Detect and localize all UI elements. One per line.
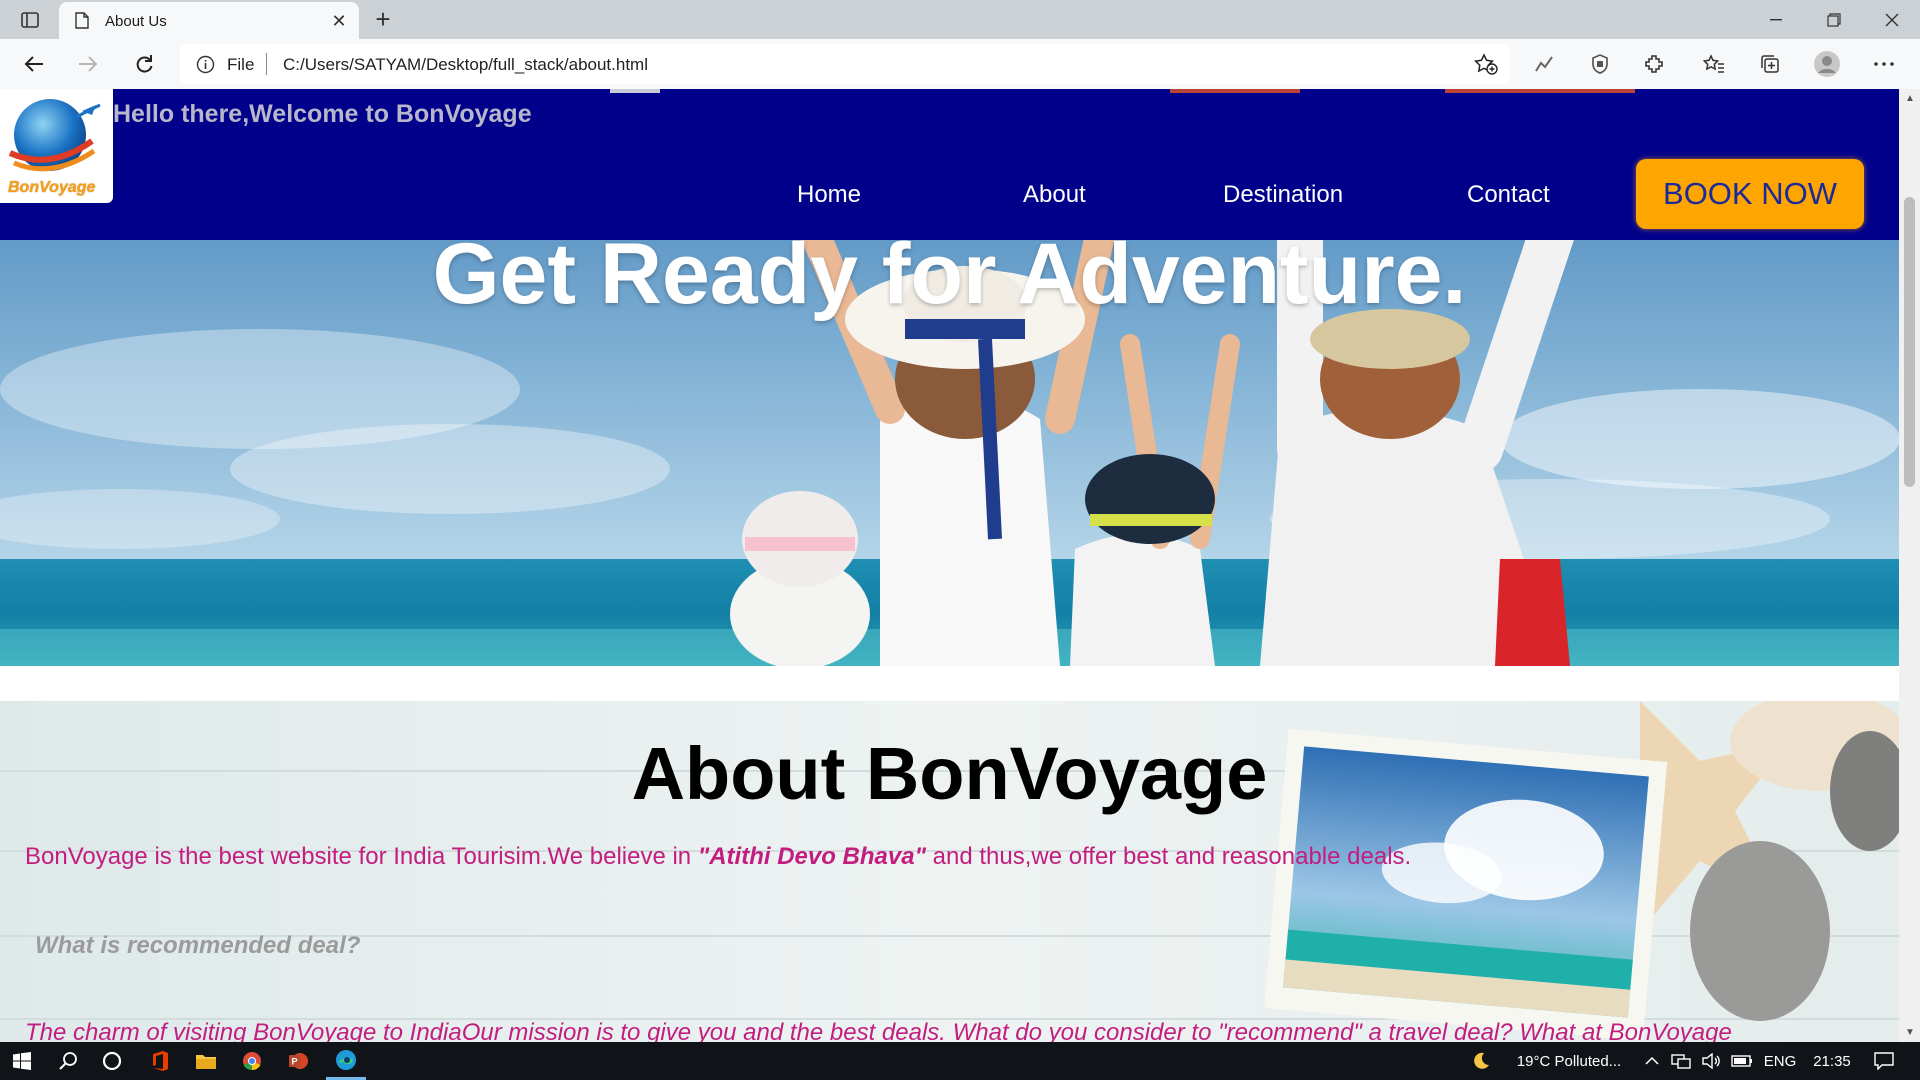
browser-toolbar: File C:/Users/SATYAM/Desktop/full_stack/… [0, 39, 1920, 89]
scroll-thumb[interactable] [1904, 197, 1915, 487]
about-cutoff-text: The charm of visiting BonVoyage to India… [25, 1019, 1732, 1042]
scroll-down-icon[interactable]: ▼ [1905, 1027, 1915, 1038]
nav-contact[interactable]: Contact [1467, 181, 1550, 209]
notifications-icon[interactable] [1864, 1042, 1904, 1080]
edge-browser-icon[interactable] [326, 1042, 366, 1080]
header-image-edge [610, 89, 660, 93]
powerpoint-icon[interactable]: P [280, 1042, 316, 1080]
header-image-edge [1170, 89, 1300, 93]
windows-start-icon[interactable] [4, 1042, 40, 1080]
new-tab-button[interactable]: + [368, 5, 398, 35]
browser-tab-bar: About Us ✕ + [0, 0, 1920, 39]
volume-icon[interactable] [1698, 1042, 1724, 1080]
svg-text:P: P [292, 1057, 298, 1067]
forward-icon[interactable] [72, 49, 104, 79]
file-explorer-icon[interactable] [188, 1042, 224, 1080]
search-icon[interactable] [50, 1042, 86, 1080]
language-text: ENG [1763, 1052, 1797, 1070]
read-aloud-icon[interactable] [1531, 51, 1557, 77]
more-menu-icon[interactable] [1871, 51, 1897, 77]
about-text-motto: "Atithi Devo Bhava" [697, 843, 926, 870]
windows-taskbar: P 19°C Polluted... ENG 21:35 [0, 1042, 1920, 1080]
page-viewport: Get Ready for Adventure. BonVoyage Hello… [0, 89, 1899, 1042]
weather-text: 19°C Polluted... [1516, 1052, 1622, 1070]
tray-chevron-up-icon[interactable] [1640, 1042, 1664, 1080]
close-window-icon[interactable] [1864, 0, 1920, 39]
network-icon[interactable] [1668, 1042, 1694, 1080]
weather-widget[interactable]: 19°C Polluted... [1504, 1042, 1634, 1080]
chrome-icon[interactable] [234, 1042, 270, 1080]
tab-about-us[interactable]: About Us ✕ [59, 2, 359, 39]
extensions-icon[interactable] [1641, 51, 1667, 77]
header-image-edge [1445, 89, 1635, 93]
url-scheme-label: File [227, 55, 255, 74]
site-info-icon[interactable] [196, 55, 215, 79]
language-indicator[interactable]: ENG [1760, 1042, 1800, 1080]
office-app-icon[interactable] [142, 1042, 178, 1080]
profile-avatar-icon[interactable] [1814, 51, 1840, 77]
add-favorite-icon[interactable] [1473, 53, 1498, 80]
address-bar[interactable]: File C:/Users/SATYAM/Desktop/full_stack/… [180, 44, 1510, 84]
cortana-icon[interactable] [94, 1042, 130, 1080]
about-title: About BonVoyage [631, 732, 1268, 815]
url-text[interactable]: C:/Users/SATYAM/Desktop/full_stack/about… [283, 55, 648, 75]
page-icon [75, 12, 89, 34]
weather-moon-icon[interactable] [1466, 1042, 1496, 1080]
clock-time: 21:35 [1813, 1052, 1851, 1070]
minimize-icon[interactable] [1748, 0, 1804, 39]
about-text-end: and thus,we offer best and reasonable de… [925, 843, 1412, 870]
battery-icon[interactable] [1728, 1042, 1756, 1080]
restore-icon[interactable] [1806, 0, 1862, 39]
book-now-button[interactable]: BOOK NOW [1636, 159, 1864, 229]
about-section: About BonVoyage BonVoyage is the best we… [0, 701, 1899, 1042]
page-scrollbar[interactable]: ▲ ▼ [1899, 89, 1920, 1042]
recommended-deal-heading: What is recommended deal? [35, 932, 361, 959]
nav-about[interactable]: About [1023, 181, 1086, 209]
site-logo[interactable]: BonVoyage [0, 89, 113, 203]
reload-icon[interactable] [128, 49, 160, 79]
scroll-up-icon[interactable]: ▲ [1905, 93, 1915, 104]
clock[interactable]: 21:35 [1804, 1042, 1860, 1080]
tab-close-icon[interactable]: ✕ [329, 11, 349, 31]
welcome-text: Hello there,Welcome to BonVoyage [113, 100, 532, 128]
nav-destination[interactable]: Destination [1223, 181, 1343, 209]
collections-icon[interactable] [1757, 51, 1783, 77]
tab-actions-icon[interactable] [14, 8, 46, 32]
url-divider [266, 53, 267, 75]
about-description: BonVoyage is the best website for India … [25, 843, 1411, 871]
nav-home[interactable]: Home [797, 181, 861, 209]
logo-text: BonVoyage [8, 179, 96, 196]
shield-icon[interactable] [1587, 51, 1613, 77]
favorites-icon[interactable] [1701, 51, 1727, 77]
site-header: BonVoyage Hello there,Welcome to BonVoya… [0, 89, 1899, 240]
back-icon[interactable] [18, 49, 50, 79]
tab-title: About Us [105, 13, 167, 30]
about-text-start: BonVoyage is the best website for India … [25, 843, 698, 870]
